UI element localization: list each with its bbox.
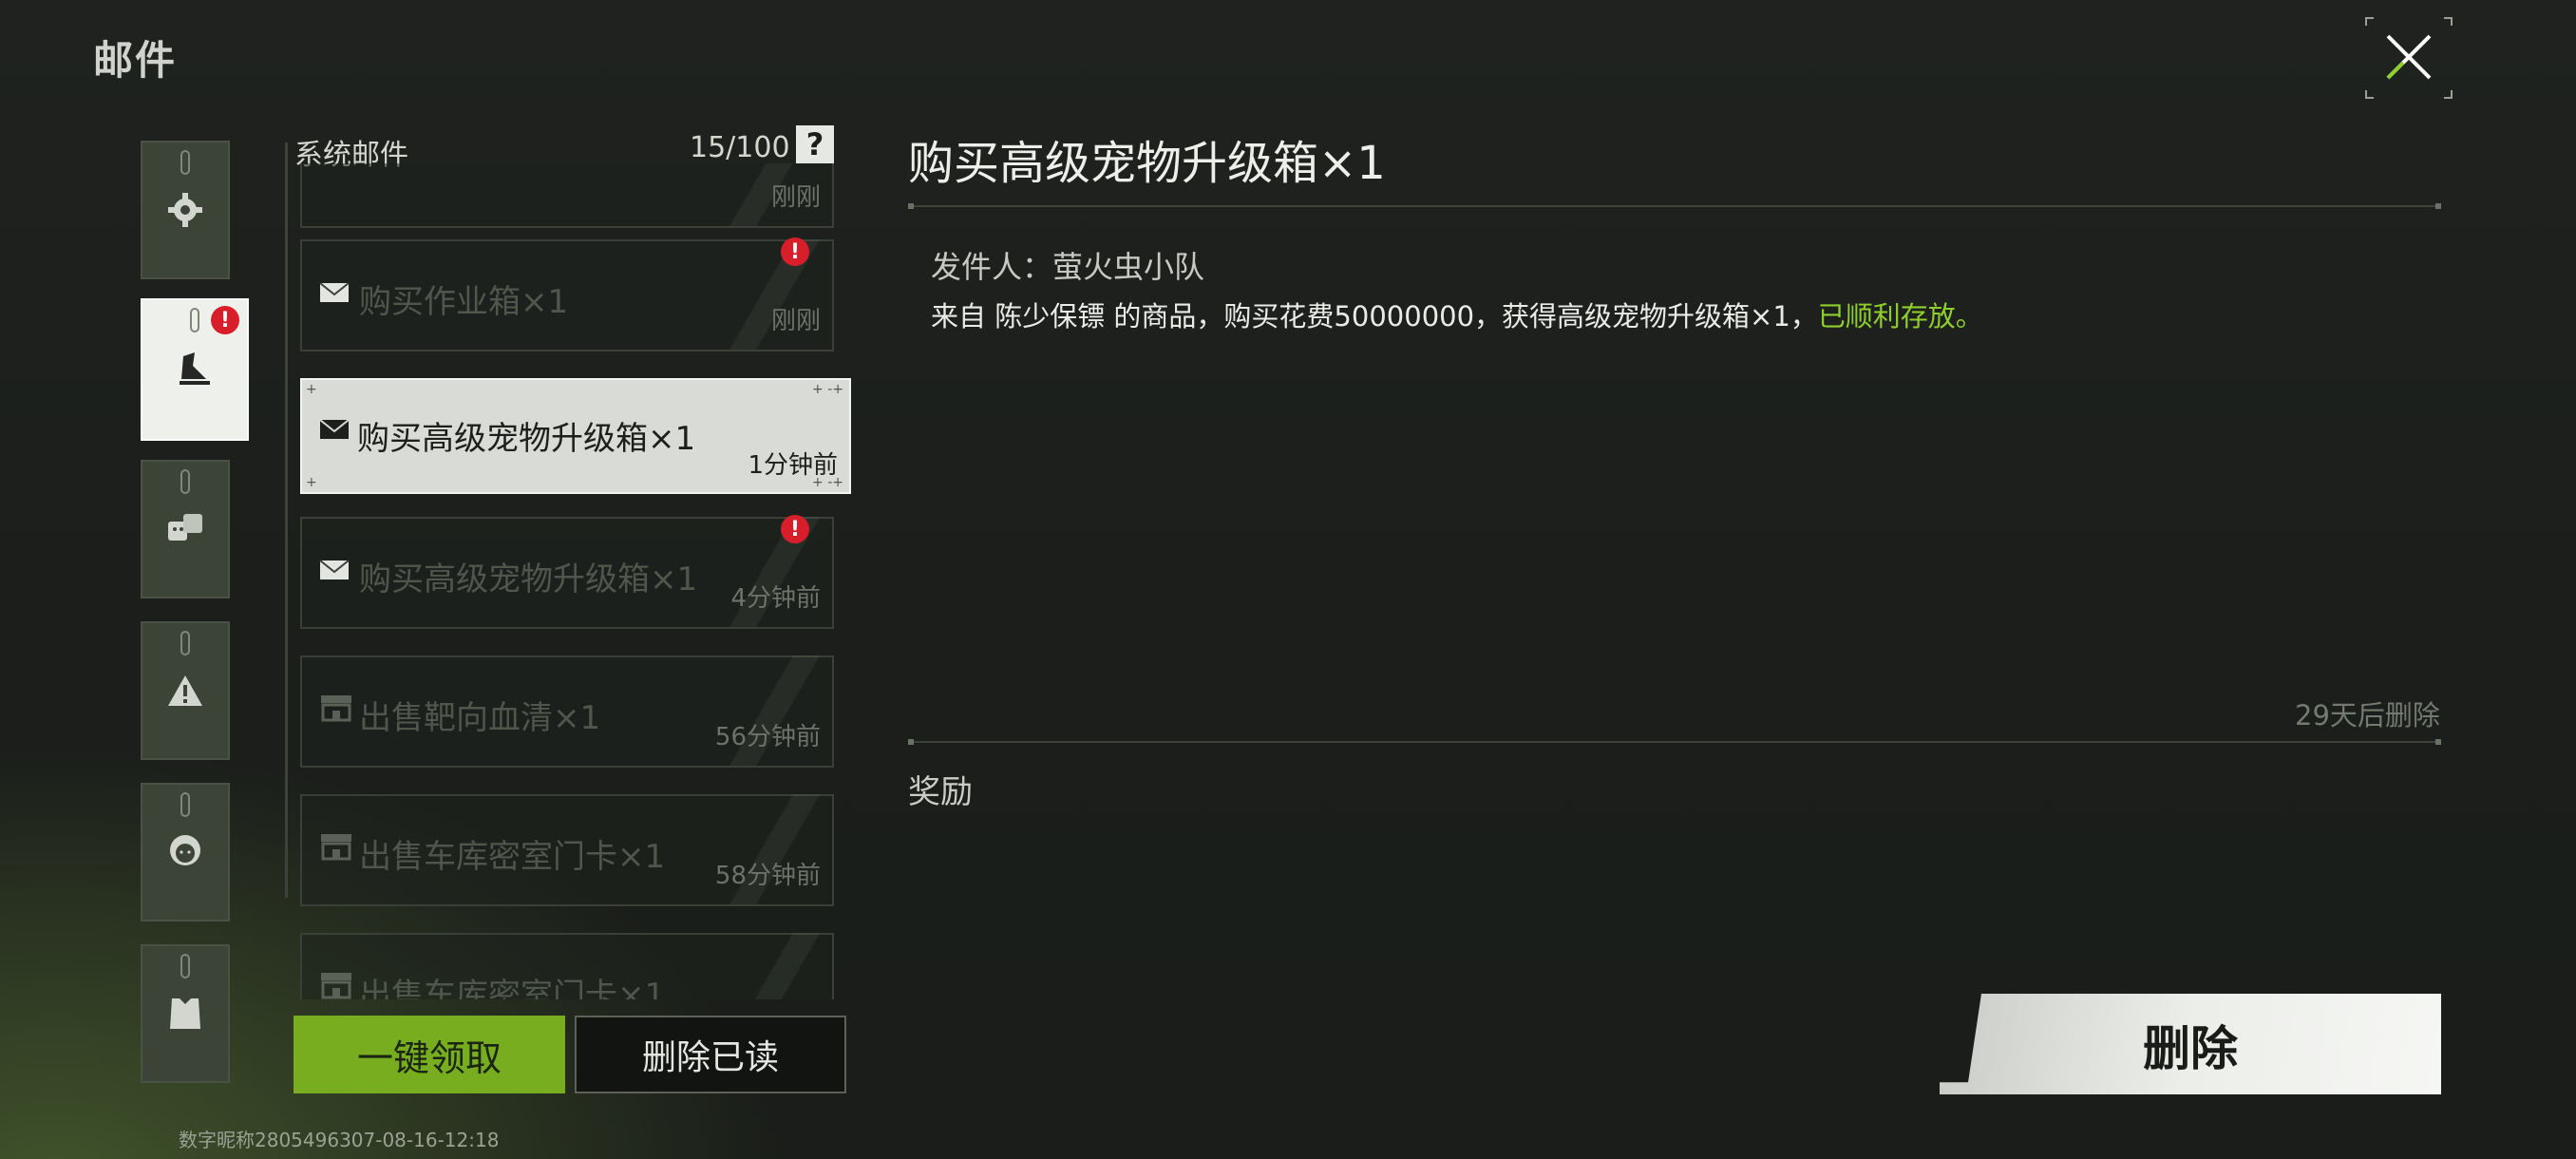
vest-icon — [170, 998, 200, 1029]
mail-time: 56分钟前 — [714, 723, 821, 751]
mail-icon — [319, 419, 350, 439]
delete-button[interactable]: 删除 — [1940, 994, 2441, 1094]
category-tab-character[interactable] — [141, 783, 230, 922]
category-tab-social[interactable] — [141, 460, 230, 598]
shop-icon — [321, 834, 351, 861]
mail-time: 1分钟前 — [748, 451, 838, 480]
close-button[interactable] — [2365, 17, 2453, 99]
mail-time: 58分钟前 — [714, 862, 821, 890]
rail-divider — [285, 142, 288, 898]
delete-read-button[interactable]: 删除已读 — [575, 1016, 846, 1093]
mail-list[interactable]: 刚刚 购买作业箱×1 刚刚 ! + + -+ + + -+ 购买高级宠物升级箱×… — [300, 163, 855, 999]
avatar-icon — [170, 835, 200, 865]
mail-item[interactable]: 购买作业箱×1 刚刚 ! — [300, 238, 834, 352]
unread-badge: ! — [781, 238, 809, 266]
pin-decoration — [180, 954, 190, 978]
mail-subject: 购买作业箱×1 — [359, 283, 569, 321]
mail-subject: 出售车库密室门卡×1 — [359, 838, 666, 876]
mail-time: 刚刚 — [770, 183, 821, 212]
warning-icon — [168, 675, 202, 706]
mail-time: 刚刚 — [770, 307, 821, 335]
mail-item[interactable]: 购买高级宠物升级箱×1 4分钟前 ! — [300, 515, 834, 629]
gear-icon — [168, 193, 202, 227]
mail-icon — [319, 560, 350, 580]
divider — [908, 739, 2441, 745]
mail-icon — [319, 282, 350, 302]
shop-icon — [321, 695, 351, 722]
mail-item[interactable]: 出售车库密室门卡×1 58分钟前 — [300, 794, 834, 906]
pin-decoration — [180, 150, 190, 175]
mail-item[interactable]: 刚刚 — [300, 163, 834, 228]
category-tab-warning[interactable] — [141, 621, 230, 760]
unread-badge: ! — [211, 306, 239, 334]
claim-all-button[interactable]: 一键领取 — [294, 1016, 565, 1093]
sender-line: 发件人：萤火虫小队 — [931, 249, 1205, 285]
mail-detail-title: 购买高级宠物升级箱×1 — [908, 137, 1386, 190]
black-market-icon — [180, 352, 210, 385]
page-title: 邮件 — [93, 37, 178, 84]
help-button[interactable]: ? — [796, 125, 834, 163]
pin-decoration — [180, 469, 190, 494]
mail-time: 4分钟前 — [730, 584, 821, 613]
delete-button-label: 删除 — [2143, 1021, 2238, 1076]
faces-icon — [168, 514, 202, 541]
mail-item-selected[interactable]: + + -+ + + -+ 购买高级宠物升级箱×1 1分钟前 — [300, 378, 851, 494]
pin-decoration — [180, 792, 190, 817]
mail-body-status: 已顺利存放。 — [1817, 300, 1983, 332]
player-id-watermark: 数字昵称2805496307-08-16-12:18 — [179, 1129, 500, 1151]
mail-body-text: 来自 陈少保镖 的商品，购买花费50000000，获得高级宠物升级箱×1， — [931, 300, 1818, 332]
expire-text: 29天后删除 — [2295, 699, 2440, 732]
mail-body: 来自 陈少保镖 的商品，购买花费50000000，获得高级宠物升级箱×1，已顺利… — [931, 294, 1983, 334]
shop-icon — [321, 973, 351, 999]
reward-label: 奖励 — [908, 773, 973, 811]
category-tab-black-market[interactable]: ! — [141, 298, 249, 441]
pin-decoration — [190, 308, 199, 332]
mail-subject: 出售车库密室门卡×1 — [359, 977, 666, 999]
mail-subject: 购买高级宠物升级箱×1 — [359, 560, 698, 598]
mail-subject: 出售靶向血清×1 — [359, 699, 601, 737]
category-tab-gear[interactable] — [141, 944, 230, 1083]
close-icon — [2386, 34, 2432, 80]
mail-item[interactable]: 出售车库密室门卡×1 — [300, 933, 834, 999]
pin-decoration — [180, 631, 190, 656]
category-tab-settings[interactable] — [141, 141, 230, 279]
mail-item[interactable]: 出售靶向血清×1 56分钟前 — [300, 656, 834, 768]
divider — [908, 203, 2441, 209]
mail-count: 15/100 — [690, 131, 790, 164]
mail-subject: 购买高级宠物升级箱×1 — [357, 420, 696, 458]
unread-badge: ! — [781, 515, 809, 543]
